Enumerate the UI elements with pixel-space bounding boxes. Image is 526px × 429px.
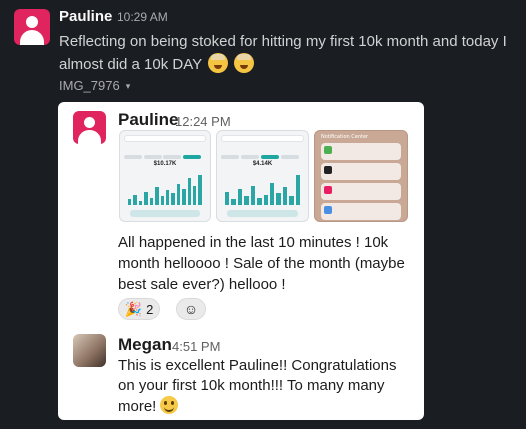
avatar <box>73 334 106 367</box>
attachment-filename: IMG_7976 <box>59 78 120 93</box>
thumbnail-title: Notification Center <box>321 134 369 140</box>
reply-timestamp: 4:51 PM <box>172 339 221 354</box>
thumbnail-value: $10.17K <box>153 161 177 167</box>
add-reaction-icon: ☺ <box>183 301 199 317</box>
shared-screenshot[interactable]: Pauline 12:24 PM $10.17K $4.14K Notifica… <box>58 102 424 420</box>
attachment-toggle[interactable]: IMG_7976 ▾ <box>59 78 130 93</box>
shared-timestamp: 12:24 PM <box>175 114 231 129</box>
thumbnail-value: $4.14K <box>252 161 273 167</box>
message-body: Reflecting on being stoked for hitting m… <box>59 33 507 73</box>
reaction-count: 2 <box>146 301 154 317</box>
exploding-head-icon <box>234 53 255 73</box>
chevron-down-icon: ▾ <box>125 81 131 91</box>
message-text: Reflecting on being stoked for hitting m… <box>59 31 521 76</box>
add-reaction-button[interactable]: ☺ <box>176 298 206 320</box>
timestamp[interactable]: 10:29 AM <box>117 10 168 24</box>
image-thumbnail-1[interactable]: $10.17K <box>119 130 211 222</box>
avatar[interactable] <box>14 9 50 45</box>
shared-message-text: All happened in the last 10 minutes ! 10… <box>118 234 405 293</box>
image-thumbnail-2[interactable]: $4.14K <box>216 130 309 222</box>
reply-text: This is excellent Pauline!! Congratulati… <box>118 356 414 417</box>
smile-icon <box>160 396 179 414</box>
reaction-tada[interactable]: 🎉 2 <box>118 298 160 320</box>
avatar <box>73 111 106 144</box>
tada-icon: 🎉 <box>124 300 143 317</box>
author-name[interactable]: Pauline <box>59 8 112 25</box>
reply-author-name: Megan <box>118 335 172 354</box>
shared-author-name: Pauline <box>118 110 179 129</box>
image-thumbnail-3[interactable]: Notification Center <box>314 130 408 222</box>
exploding-head-icon <box>208 53 229 73</box>
